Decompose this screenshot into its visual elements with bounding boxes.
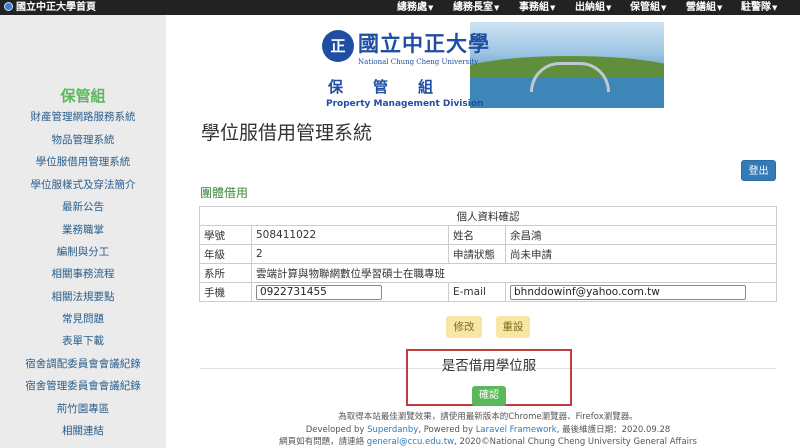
table-row: 系所 雲端計算與物聯網數位學習碩士在職專班 [199,263,777,283]
caret-down-icon: ▼ [550,4,556,12]
department-label: 系所 [199,263,252,283]
division-name-en: Property Management Division [326,99,484,109]
student-id-value: 508411022 [251,225,449,245]
table-row: 學號 508411022 姓名 余昌鴻 [199,225,777,245]
sidebar-item-faq[interactable]: 常見問題 [0,311,166,326]
sidebar-title: 保管組 [60,87,106,105]
sidebar-item-news[interactable]: 最新公告 [0,199,166,214]
confirm-button[interactable]: 確認 [472,386,506,406]
page-title: 學位服借用管理系統 [201,122,373,144]
phone-input[interactable] [256,284,382,300]
caret-down-icon: ▼ [494,4,500,12]
caret-down-icon: ▼ [428,4,434,12]
email-input[interactable] [510,284,746,300]
division-banner: 正 國立中正大學 National Chung Cheng University… [318,18,664,112]
sidebar-item-procedures[interactable]: 相關事務流程 [0,266,166,281]
status-label: 申請狀態 [448,244,506,264]
sidebar: 保管組 財產管理網路服務系統 物品管理系統 學位服借用管理系統 學位服樣式及穿法… [0,15,166,448]
sidebar-item-jingzhu-garden[interactable]: 荊竹園專區 [0,401,166,416]
home-link[interactable]: 國立中正大學首頁 [4,0,96,15]
section-heading: 團體借用 [200,186,249,200]
grade-label: 年級 [199,244,252,264]
nav-item-cashier-section[interactable]: 出納組▼ [575,0,611,15]
top-navbar: 國立中正大學首頁 總務處▼ 總務長室▼ 事務組▼ 出納組▼ 保管組▼ 營繕組▼ … [0,0,800,15]
home-link-label: 國立中正大學首頁 [16,2,96,13]
nav-item-campus-police[interactable]: 駐警隊▼ [741,0,777,15]
table-row: 手機 E-mail [199,282,777,302]
personal-info-table: 個人資料確認 學號 508411022 姓名 余昌鴻 年級 2 申請狀態 尚未申… [199,206,777,302]
reset-button[interactable]: 重設 [496,316,530,338]
logout-button[interactable]: 登出 [741,160,776,181]
caret-down-icon: ▼ [661,4,667,12]
caret-down-icon: ▼ [606,4,612,12]
university-name-zh: 國立中正大學 [358,31,490,56]
grade-value: 2 [251,244,449,264]
table-caption: 個人資料確認 [199,206,777,226]
status-value: 尚未申請 [505,244,777,264]
nav-item-general-affairs[interactable]: 總務處▼ [397,0,433,15]
division-name-zh: 保管組 [328,78,464,96]
sidebar-item-goods-management[interactable]: 物品管理系統 [0,132,166,147]
sidebar-item-regulations[interactable]: 相關法規要點 [0,289,166,304]
globe-icon [4,2,13,11]
nav-item-property-section[interactable]: 保管組▼ [630,0,666,15]
footer-contact: 網頁如有問題，請連絡 general@ccu.edu.tw, 2020©Nati… [279,437,697,447]
sidebar-item-dorm-allocation-minutes[interactable]: 宿舍調配委員會會議紀錄 [0,356,166,371]
name-value: 余昌鴻 [505,225,777,245]
footer-browser-note: 為取得本站最佳瀏覽效果，請使用最新版本的Chrome瀏覽器、Firefox瀏覽器… [338,412,638,422]
sidebar-item-related-links[interactable]: 相關連結 [0,423,166,438]
sidebar-item-gown-styles[interactable]: 學位服樣式及穿法簡介 [0,177,166,192]
developer-link[interactable]: Superdanby [367,425,418,435]
contact-email-link[interactable]: general@ccu.edu.tw [367,437,454,447]
sidebar-item-property-management[interactable]: 財產管理網路服務系統 [0,109,166,124]
campus-scene-image [470,22,664,108]
sidebar-item-gown-borrowing[interactable]: 學位服借用管理系統 [0,154,166,169]
sidebar-item-duties[interactable]: 業務職掌 [0,222,166,237]
sidebar-item-dorm-management-minutes[interactable]: 宿舍管理委員會會議紀錄 [0,378,166,393]
table-row: 個人資料確認 [199,206,777,226]
nav-item-director-office[interactable]: 總務長室▼ [453,0,499,15]
department-value: 雲端計算與物聯網數位學習碩士在職專班 [251,263,777,283]
sidebar-item-staffing[interactable]: 編制與分工 [0,244,166,259]
university-name-en: National Chung Cheng University [358,58,479,66]
sidebar-item-forms[interactable]: 表單下載 [0,333,166,348]
email-label: E-mail [448,282,506,302]
borrow-question: 是否借用學位服 [441,358,537,374]
nav-item-construction-section[interactable]: 營繕組▼ [686,0,722,15]
framework-link[interactable]: Laravel Framework [476,425,557,435]
phone-label: 手機 [199,282,252,302]
caret-down-icon: ▼ [717,4,723,12]
student-id-label: 學號 [199,225,252,245]
name-label: 姓名 [448,225,506,245]
table-row: 年級 2 申請狀態 尚未申請 [199,244,777,264]
caret-down-icon: ▼ [772,4,778,12]
university-logo: 正 [322,30,354,62]
footer-credits: Developed by Superdanby, Powered by Lara… [305,425,671,435]
edit-button[interactable]: 修改 [446,316,482,338]
nav-item-affairs-section[interactable]: 事務組▼ [519,0,555,15]
